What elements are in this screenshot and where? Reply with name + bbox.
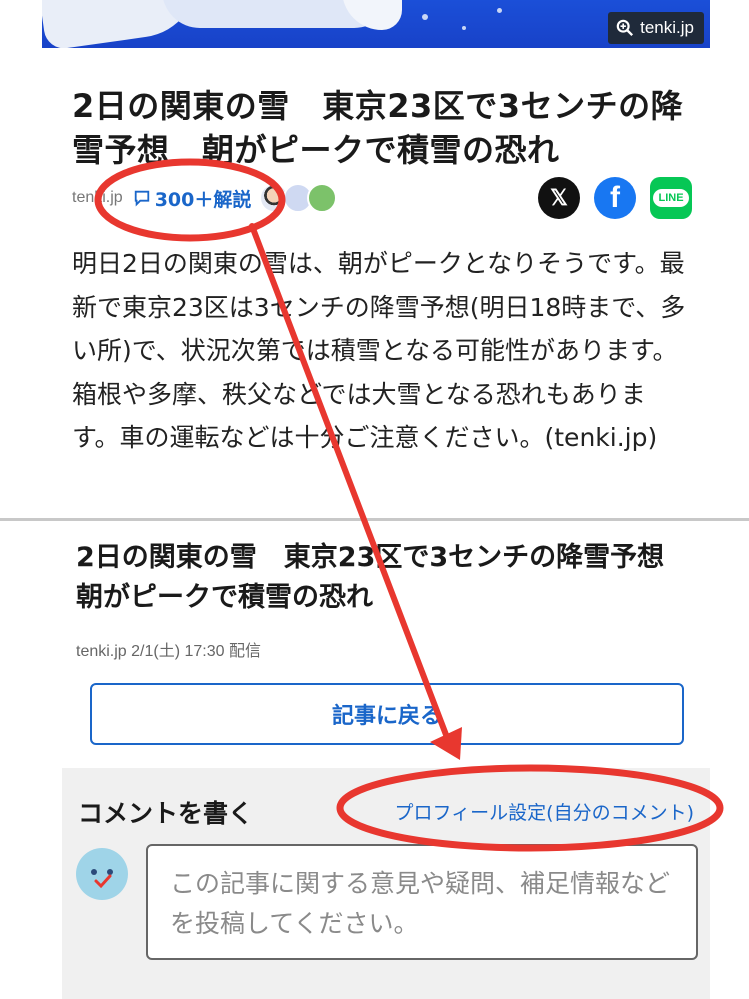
comments-page-title: 2日の関東の雪 東京23区で3センチの降雪予想 朝がピークで積雪の恐れ	[76, 542, 692, 613]
article-byline: tenki.jp 2/1(土) 17:30 配信	[76, 643, 261, 660]
avatar	[307, 183, 338, 213]
weather-map-image[interactable]: tenki.jp	[42, 0, 710, 48]
comments-link[interactable]: 300＋解説	[133, 185, 252, 212]
facebook-logo-icon: f	[610, 181, 620, 214]
smiley-avatar-icon	[91, 869, 113, 889]
tenki-credit-badge[interactable]: tenki.jp	[608, 12, 704, 44]
comment-composer: コメントを書く プロフィール設定(自分のコメント) この記事に関する意見や疑問、…	[62, 768, 710, 999]
commenter-avatars[interactable]	[259, 183, 338, 213]
map-speck	[497, 8, 502, 13]
facebook-share-button[interactable]: f	[594, 177, 636, 219]
map-speck	[422, 14, 428, 20]
article-headline[interactable]: 2日の関東の雪 東京23区で3センチの降雪予想 朝がピークで積雪の恐れ	[72, 84, 692, 172]
user-avatar	[76, 848, 128, 900]
comment-icon	[134, 190, 149, 207]
write-comment-heading: コメントを書く	[78, 799, 254, 828]
divider	[0, 518, 749, 521]
article-meta-row: tenki.jp 300＋解説 𝕏 f LINE	[72, 176, 692, 220]
comments-count: 300＋解説	[154, 188, 252, 211]
back-to-article-button[interactable]: 記事に戻る	[90, 683, 684, 745]
comment-input[interactable]: この記事に関する意見や疑問、補足情報などを投稿してください。	[146, 844, 698, 960]
source-label: tenki.jp	[72, 189, 123, 206]
x-logo-icon: 𝕏	[550, 185, 568, 210]
map-speck	[462, 26, 466, 30]
x-share-button[interactable]: 𝕏	[538, 177, 580, 219]
profile-settings-link[interactable]: プロフィール設定(自分のコメント)	[395, 798, 694, 825]
line-logo-icon: LINE	[653, 189, 689, 207]
article-summary: 明日2日の関東の雪は、朝がピークとなりそうです。最新で東京23区は3センチの降雪…	[72, 249, 686, 452]
zoom-icon	[616, 19, 634, 37]
banner-credit: tenki.jp	[640, 18, 694, 37]
share-buttons: 𝕏 f LINE	[538, 177, 692, 219]
line-share-button[interactable]: LINE	[650, 177, 692, 219]
